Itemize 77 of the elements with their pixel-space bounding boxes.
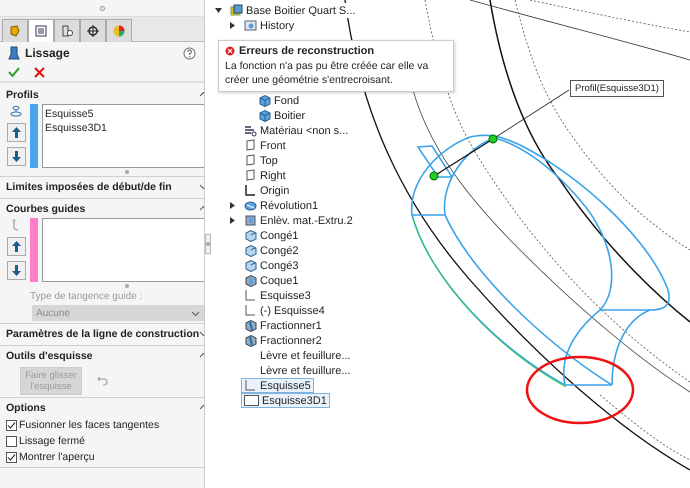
undo-icon bbox=[96, 375, 108, 387]
up-arrow-icon bbox=[12, 241, 20, 252]
tree-item[interactable]: Esquisse3D1 bbox=[241, 393, 330, 408]
down-arrow-icon bbox=[12, 265, 20, 276]
expand-icon bbox=[191, 308, 200, 318]
history-folder-icon bbox=[244, 19, 257, 32]
profile-list[interactable]: Esquisse5 Esquisse3D1 bbox=[42, 104, 204, 168]
sketch-icon bbox=[244, 289, 257, 302]
check-icon bbox=[7, 452, 16, 462]
section-title[interactable]: Courbes guides bbox=[6, 202, 86, 214]
tree-item[interactable]: Esquisse5 bbox=[241, 378, 314, 393]
move-up-button[interactable] bbox=[6, 123, 26, 142]
option-label: Montrer l'aperçu bbox=[19, 451, 95, 463]
tooltip-message: La fonction n'a pas pu être créée car elle va créer une géométrie s'entrecroisant. bbox=[225, 59, 430, 87]
revolve-icon bbox=[244, 199, 257, 212]
section-title[interactable]: Limites imposées de début/de fin bbox=[6, 180, 172, 192]
split-icon bbox=[244, 334, 257, 347]
section-title[interactable]: Options bbox=[6, 402, 46, 414]
fillet-icon bbox=[244, 244, 257, 257]
splitter-handle[interactable] bbox=[205, 234, 211, 254]
checkbox[interactable] bbox=[6, 436, 17, 446]
resize-handle[interactable] bbox=[125, 284, 130, 288]
sketch-icon bbox=[244, 379, 257, 392]
option-label: Lissage fermé bbox=[19, 435, 85, 447]
solid-body-icon bbox=[258, 109, 271, 122]
panel-tab[interactable] bbox=[80, 19, 106, 42]
color-wheel-icon bbox=[112, 24, 126, 38]
shell-icon bbox=[244, 274, 257, 287]
configuration-icon bbox=[60, 24, 74, 38]
ok-check-icon[interactable] bbox=[8, 66, 20, 78]
split-icon bbox=[244, 319, 257, 332]
check-icon bbox=[7, 420, 16, 430]
fillet-icon bbox=[244, 229, 257, 242]
profile-point[interactable] bbox=[430, 172, 438, 180]
solid-body-icon bbox=[258, 94, 271, 107]
collapsed-arrow-icon bbox=[228, 22, 236, 29]
section-title[interactable]: Paramètres de la ligne de construction bbox=[6, 328, 200, 340]
help-icon[interactable] bbox=[183, 46, 196, 60]
option-label: Fusionner les faces tangentes bbox=[19, 419, 160, 431]
property-list-icon bbox=[34, 24, 48, 38]
resize-handle[interactable] bbox=[125, 170, 130, 174]
panel-title: Lissage bbox=[25, 46, 71, 60]
3d-sketch-icon bbox=[244, 394, 259, 407]
profile-point[interactable] bbox=[488, 134, 498, 144]
section-title[interactable]: Profils bbox=[6, 88, 39, 100]
panel-tab[interactable] bbox=[28, 19, 54, 42]
part-icon bbox=[230, 4, 243, 17]
origin-icon bbox=[244, 184, 257, 197]
profile-icon bbox=[9, 104, 23, 118]
tangency-label: Type de tangence guide : bbox=[29, 290, 144, 304]
profile-item[interactable]: Esquisse3D1 bbox=[45, 121, 204, 135]
move-down-button[interactable] bbox=[6, 261, 26, 280]
material-icon bbox=[244, 124, 257, 137]
expanded-arrow-icon bbox=[214, 7, 222, 14]
collapsed-arrow-icon bbox=[228, 217, 236, 224]
grip-handle[interactable] bbox=[100, 6, 104, 10]
cut-extrude-icon bbox=[244, 214, 257, 227]
checkbox[interactable] bbox=[6, 452, 17, 462]
down-arrow-icon bbox=[12, 151, 20, 162]
sketch-icon bbox=[244, 304, 257, 317]
cancel-icon[interactable] bbox=[34, 66, 45, 78]
fillet-icon bbox=[244, 259, 257, 272]
tooltip-title: Erreurs de reconstruction bbox=[239, 45, 374, 57]
crosshair-icon bbox=[86, 24, 100, 38]
up-arrow-icon bbox=[12, 127, 20, 138]
section-title[interactable]: Outils d'esquisse bbox=[6, 350, 93, 362]
collapsed-arrow-icon bbox=[228, 202, 236, 209]
callout-label: Profil(Esquisse3D1) bbox=[570, 80, 664, 97]
move-up-button[interactable] bbox=[6, 237, 26, 256]
guide-curve-list[interactable] bbox=[42, 218, 204, 282]
checkbox[interactable] bbox=[6, 420, 17, 430]
move-down-button[interactable] bbox=[6, 147, 26, 166]
feature-tree-icon bbox=[8, 24, 22, 38]
error-icon bbox=[225, 46, 235, 56]
panel-tab[interactable] bbox=[54, 19, 80, 42]
profile-item[interactable]: Esquisse5 bbox=[45, 107, 204, 121]
loft-icon bbox=[8, 46, 20, 60]
